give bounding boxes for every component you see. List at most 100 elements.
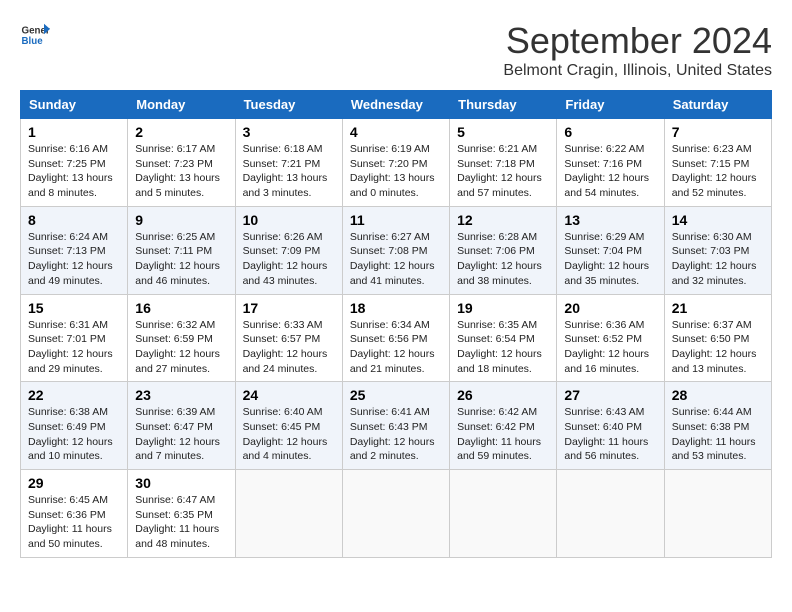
day-info: Sunrise: 6:40 AMSunset: 6:45 PMDaylight:…	[243, 405, 335, 464]
calendar-cell	[664, 470, 771, 558]
calendar-cell: 10Sunrise: 6:26 AMSunset: 7:09 PMDayligh…	[235, 206, 342, 294]
day-number: 19	[457, 300, 549, 316]
day-info: Sunrise: 6:45 AMSunset: 6:36 PMDaylight:…	[28, 493, 120, 552]
calendar-cell: 30 Sunrise: 6:47 AMSunset: 6:35 PMDayligh…	[128, 470, 235, 558]
calendar-cell: 19 Sunrise: 6:35 AMSunset: 6:54 PMDayligh…	[450, 294, 557, 382]
calendar-week-row: 1 Sunrise: 6:16 AMSunset: 7:25 PMDaylight…	[21, 119, 772, 207]
calendar-cell: 4Sunrise: 6:19 AMSunset: 7:20 PMDaylight…	[342, 119, 449, 207]
day-of-week-header: Saturday	[664, 91, 771, 119]
calendar-cell: 21 Sunrise: 6:37 AMSunset: 6:50 PMDayligh…	[664, 294, 771, 382]
day-info: Sunrise: 6:28 AMSunset: 7:06 PMDaylight:…	[457, 230, 549, 289]
day-number: 15	[28, 300, 120, 316]
day-number: 21	[672, 300, 764, 316]
day-number: 2	[135, 124, 227, 140]
month-title: September 2024	[503, 20, 772, 62]
day-of-week-header: Wednesday	[342, 91, 449, 119]
day-info: Sunrise: 6:47 AMSunset: 6:35 PMDaylight:…	[135, 493, 227, 552]
day-number: 20	[564, 300, 656, 316]
calendar-cell: 3Sunrise: 6:18 AMSunset: 7:21 PMDaylight…	[235, 119, 342, 207]
calendar-cell: 20 Sunrise: 6:36 AMSunset: 6:52 PMDayligh…	[557, 294, 664, 382]
day-number: 10	[243, 212, 335, 228]
day-number: 3	[243, 124, 335, 140]
header: General Blue September 2024 Belmont Crag…	[20, 20, 772, 80]
logo-icon: General Blue	[20, 20, 50, 50]
location-title: Belmont Cragin, Illinois, United States	[503, 62, 772, 80]
calendar-cell: 27 Sunrise: 6:43 AMSunset: 6:40 PMDayligh…	[557, 382, 664, 470]
day-info: Sunrise: 6:36 AMSunset: 6:52 PMDaylight:…	[564, 318, 656, 377]
day-info: Sunrise: 6:42 AMSunset: 6:42 PMDaylight:…	[457, 405, 549, 464]
calendar-cell: 17Sunrise: 6:33 AMSunset: 6:57 PMDayligh…	[235, 294, 342, 382]
day-info: Sunrise: 6:31 AMSunset: 7:01 PMDaylight:…	[28, 318, 120, 377]
day-info: Sunrise: 6:43 AMSunset: 6:40 PMDaylight:…	[564, 405, 656, 464]
calendar-week-row: 15 Sunrise: 6:31 AMSunset: 7:01 PMDayligh…	[21, 294, 772, 382]
day-number: 29	[28, 475, 120, 491]
day-info: Sunrise: 6:22 AMSunset: 7:16 PMDaylight:…	[564, 142, 656, 201]
day-info: Sunrise: 6:41 AMSunset: 6:43 PMDaylight:…	[350, 405, 442, 464]
day-number: 5	[457, 124, 549, 140]
calendar-cell: 23 Sunrise: 6:39 AMSunset: 6:47 PMDayligh…	[128, 382, 235, 470]
calendar-cell	[235, 470, 342, 558]
calendar-week-row: 22 Sunrise: 6:38 AMSunset: 6:49 PMDayligh…	[21, 382, 772, 470]
calendar-cell: 18 Sunrise: 6:34 AMSunset: 6:56 PMDayligh…	[342, 294, 449, 382]
calendar-header-row: SundayMondayTuesdayWednesdayThursdayFrid…	[21, 91, 772, 119]
day-of-week-header: Sunday	[21, 91, 128, 119]
day-number: 26	[457, 387, 549, 403]
day-info: Sunrise: 6:29 AMSunset: 7:04 PMDaylight:…	[564, 230, 656, 289]
day-number: 28	[672, 387, 764, 403]
day-number: 12	[457, 212, 549, 228]
calendar-cell: 2 Sunrise: 6:17 AMSunset: 7:23 PMDaylight…	[128, 119, 235, 207]
day-info: Sunrise: 6:35 AMSunset: 6:54 PMDaylight:…	[457, 318, 549, 377]
calendar-cell: 1 Sunrise: 6:16 AMSunset: 7:25 PMDaylight…	[21, 119, 128, 207]
day-number: 7	[672, 124, 764, 140]
day-number: 17	[243, 300, 335, 316]
calendar-week-row: 8 Sunrise: 6:24 AMSunset: 7:13 PMDaylight…	[21, 206, 772, 294]
day-number: 23	[135, 387, 227, 403]
day-number: 30	[135, 475, 227, 491]
day-info: Sunrise: 6:17 AMSunset: 7:23 PMDaylight:…	[135, 142, 227, 201]
day-info: Sunrise: 6:44 AMSunset: 6:38 PMDaylight:…	[672, 405, 764, 464]
calendar-cell: 6 Sunrise: 6:22 AMSunset: 7:16 PMDaylight…	[557, 119, 664, 207]
day-info: Sunrise: 6:37 AMSunset: 6:50 PMDaylight:…	[672, 318, 764, 377]
day-of-week-header: Friday	[557, 91, 664, 119]
calendar-cell	[450, 470, 557, 558]
day-number: 24	[243, 387, 335, 403]
calendar-cell: 8 Sunrise: 6:24 AMSunset: 7:13 PMDaylight…	[21, 206, 128, 294]
calendar-table: SundayMondayTuesdayWednesdayThursdayFrid…	[20, 90, 772, 558]
day-info: Sunrise: 6:24 AMSunset: 7:13 PMDaylight:…	[28, 230, 120, 289]
calendar-cell	[342, 470, 449, 558]
day-info: Sunrise: 6:39 AMSunset: 6:47 PMDaylight:…	[135, 405, 227, 464]
day-number: 1	[28, 124, 120, 140]
calendar-cell: 28 Sunrise: 6:44 AMSunset: 6:38 PMDayligh…	[664, 382, 771, 470]
day-info: Sunrise: 6:21 AMSunset: 7:18 PMDaylight:…	[457, 142, 549, 201]
day-number: 18	[350, 300, 442, 316]
calendar-cell: 29 Sunrise: 6:45 AMSunset: 6:36 PMDayligh…	[21, 470, 128, 558]
day-info: Sunrise: 6:25 AMSunset: 7:11 PMDaylight:…	[135, 230, 227, 289]
calendar-cell: 12 Sunrise: 6:28 AMSunset: 7:06 PMDayligh…	[450, 206, 557, 294]
day-number: 13	[564, 212, 656, 228]
calendar-cell: 11Sunrise: 6:27 AMSunset: 7:08 PMDayligh…	[342, 206, 449, 294]
day-of-week-header: Tuesday	[235, 91, 342, 119]
day-info: Sunrise: 6:23 AMSunset: 7:15 PMDaylight:…	[672, 142, 764, 201]
day-number: 8	[28, 212, 120, 228]
logo: General Blue	[20, 20, 50, 50]
title-section: September 2024 Belmont Cragin, Illinois,…	[503, 20, 772, 80]
day-info: Sunrise: 6:34 AMSunset: 6:56 PMDaylight:…	[350, 318, 442, 377]
day-of-week-header: Thursday	[450, 91, 557, 119]
calendar-cell: 13 Sunrise: 6:29 AMSunset: 7:04 PMDayligh…	[557, 206, 664, 294]
day-info: Sunrise: 6:16 AMSunset: 7:25 PMDaylight:…	[28, 142, 120, 201]
day-number: 22	[28, 387, 120, 403]
calendar-body: 1 Sunrise: 6:16 AMSunset: 7:25 PMDaylight…	[21, 119, 772, 558]
day-number: 6	[564, 124, 656, 140]
day-number: 27	[564, 387, 656, 403]
calendar-cell: 9Sunrise: 6:25 AMSunset: 7:11 PMDaylight…	[128, 206, 235, 294]
day-number: 25	[350, 387, 442, 403]
calendar-cell: 26 Sunrise: 6:42 AMSunset: 6:42 PMDayligh…	[450, 382, 557, 470]
calendar-cell	[557, 470, 664, 558]
calendar-cell: 22 Sunrise: 6:38 AMSunset: 6:49 PMDayligh…	[21, 382, 128, 470]
day-info: Sunrise: 6:38 AMSunset: 6:49 PMDaylight:…	[28, 405, 120, 464]
day-info: Sunrise: 6:19 AMSunset: 7:20 PMDaylight:…	[350, 142, 442, 201]
calendar-week-row: 29 Sunrise: 6:45 AMSunset: 6:36 PMDayligh…	[21, 470, 772, 558]
day-info: Sunrise: 6:27 AMSunset: 7:08 PMDaylight:…	[350, 230, 442, 289]
calendar-cell: 15 Sunrise: 6:31 AMSunset: 7:01 PMDayligh…	[21, 294, 128, 382]
day-info: Sunrise: 6:32 AMSunset: 6:59 PMDaylight:…	[135, 318, 227, 377]
